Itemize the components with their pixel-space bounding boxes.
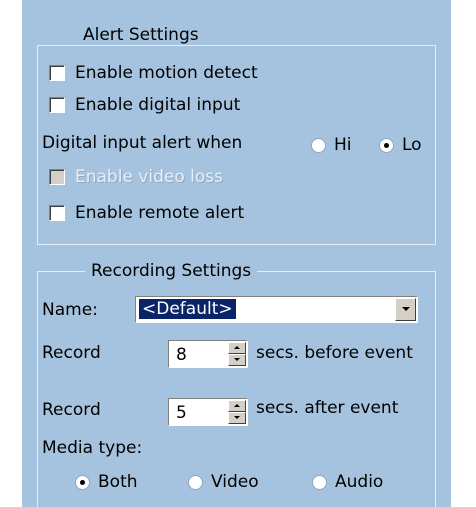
alert-when-hi-label: Hi xyxy=(334,135,352,155)
media-type-both-radio[interactable] xyxy=(75,474,90,490)
media-type-audio-label: Audio xyxy=(335,472,384,492)
spin-down-icon[interactable] xyxy=(228,354,246,366)
spin-up-icon[interactable] xyxy=(228,400,246,412)
enable-motion-detect-label: Enable motion detect xyxy=(75,63,258,83)
chevron-down-icon[interactable] xyxy=(395,298,416,321)
record-before-suffix: secs. before event xyxy=(256,343,413,363)
record-before-label: Record xyxy=(42,343,101,363)
alert-when-lo-label: Lo xyxy=(402,135,422,155)
recording-settings-legend: Recording Settings xyxy=(85,261,258,281)
media-type-audio-radio[interactable] xyxy=(312,474,327,490)
alert-when-lo-radio[interactable] xyxy=(379,137,394,153)
media-type-both-option[interactable]: Both xyxy=(75,472,138,492)
record-after-suffix: secs. after event xyxy=(256,398,399,418)
enable-video-loss-label: Enable video loss xyxy=(75,167,223,187)
alert-when-lo-option[interactable]: Lo xyxy=(379,135,422,155)
enable-video-loss-checkbox xyxy=(49,169,65,185)
record-before-spinner[interactable]: 8 xyxy=(168,340,248,368)
media-type-video-option[interactable]: Video xyxy=(188,472,259,492)
digital-input-alert-when-label: Digital input alert when xyxy=(42,133,243,153)
media-type-audio-option[interactable]: Audio xyxy=(312,472,383,492)
media-type-label: Media type: xyxy=(42,438,143,458)
media-type-video-radio[interactable] xyxy=(188,474,203,490)
record-after-value[interactable]: 5 xyxy=(176,403,187,423)
enable-digital-input-label: Enable digital input xyxy=(75,95,241,115)
enable-remote-alert-row[interactable]: Enable remote alert xyxy=(49,203,244,223)
settings-panel: Alert Settings Enable motion detect Enab… xyxy=(22,0,451,507)
record-before-value[interactable]: 8 xyxy=(176,345,187,365)
name-label: Name: xyxy=(42,300,98,320)
record-before-spin-buttons[interactable] xyxy=(228,342,246,366)
record-after-spin-buttons[interactable] xyxy=(228,400,246,424)
spin-up-icon[interactable] xyxy=(228,342,246,354)
alert-settings-legend: Alert Settings xyxy=(77,25,205,45)
enable-motion-detect-checkbox[interactable] xyxy=(49,65,65,81)
media-type-video-label: Video xyxy=(211,472,259,492)
media-type-both-label: Both xyxy=(98,472,138,492)
record-after-label: Record xyxy=(42,400,101,420)
name-dropdown[interactable]: <Default> xyxy=(135,296,418,323)
enable-digital-input-row[interactable]: Enable digital input xyxy=(49,95,240,115)
enable-remote-alert-label: Enable remote alert xyxy=(75,203,245,223)
alert-when-hi-radio[interactable] xyxy=(311,137,326,153)
alert-when-hi-option[interactable]: Hi xyxy=(311,135,352,155)
enable-motion-detect-row[interactable]: Enable motion detect xyxy=(49,63,258,83)
spin-down-icon[interactable] xyxy=(228,412,246,424)
name-dropdown-value: <Default> xyxy=(139,299,236,319)
enable-video-loss-row: Enable video loss xyxy=(49,167,223,187)
record-after-spinner[interactable]: 5 xyxy=(168,398,248,426)
enable-digital-input-checkbox[interactable] xyxy=(49,97,65,113)
enable-remote-alert-checkbox[interactable] xyxy=(49,205,65,221)
